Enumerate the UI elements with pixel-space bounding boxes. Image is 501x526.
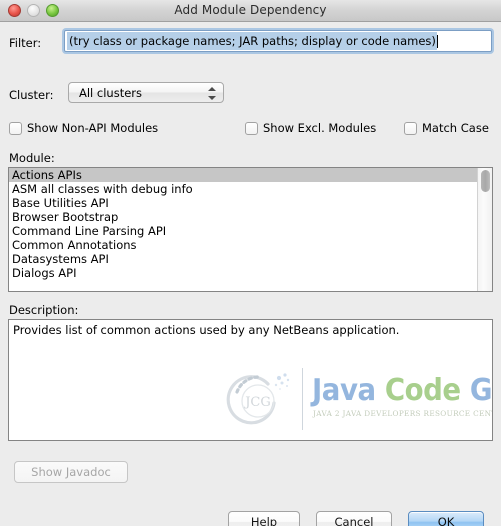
window-title: Add Module Dependency xyxy=(174,3,327,17)
java-code-geeks-watermark: JCG Java Code Geeks JAVA 2 JAVA DEVELOPE… xyxy=(224,368,492,430)
list-item[interactable]: Actions APIs xyxy=(9,168,477,182)
description-text: Provides list of common actions used by … xyxy=(13,323,400,337)
filter-label: Filter: xyxy=(9,36,42,50)
description-panel: Provides list of common actions used by … xyxy=(8,319,493,441)
text-caret xyxy=(436,34,438,48)
checkbox-match-case[interactable]: Match Case xyxy=(404,121,489,135)
checkbox-box-icon xyxy=(404,121,417,135)
logo-word-geeks: Geeks xyxy=(469,373,493,408)
list-item[interactable]: Base Utilities API xyxy=(9,196,477,210)
module-list[interactable]: Actions APIs ASM all classes with debug … xyxy=(8,167,493,292)
filter-input[interactable]: (try class or package names; JAR paths; … xyxy=(64,30,492,52)
logo-word-code: Code xyxy=(384,373,461,408)
cancel-button[interactable]: Cancel xyxy=(316,511,392,526)
show-javadoc-button[interactable]: Show Javadoc xyxy=(14,461,128,483)
logo-tagline: JAVA 2 JAVA DEVELOPERS RESOURCE CENTER xyxy=(313,409,493,418)
cluster-dropdown[interactable]: All clusters xyxy=(68,82,224,103)
logo-divider xyxy=(302,368,303,430)
add-module-dependency-dialog: Add Module Dependency Filter: (try class… xyxy=(0,0,501,526)
checkbox-label: Show Non-API Modules xyxy=(27,121,159,135)
list-item[interactable]: ASM all classes with debug info xyxy=(9,182,477,196)
description-label: Description: xyxy=(9,303,79,317)
dialog-content: Filter: (try class or package names; JAR… xyxy=(0,22,501,526)
checkbox-box-icon xyxy=(9,121,22,135)
help-button[interactable]: Help xyxy=(228,511,300,526)
list-item[interactable]: Command Line Parsing API xyxy=(9,224,477,238)
list-item[interactable]: Dialogs API xyxy=(9,266,477,280)
list-item[interactable]: Browser Bootstrap xyxy=(9,210,477,224)
cluster-label: Cluster: xyxy=(9,88,54,102)
jcg-logo-icon: JCG xyxy=(226,373,290,425)
ok-button[interactable]: OK xyxy=(408,511,484,526)
scrollbar-thumb[interactable] xyxy=(481,170,490,192)
list-item[interactable]: Common Annotations xyxy=(9,238,477,252)
stepper-arrows-icon xyxy=(208,87,216,100)
checkbox-show-excl-modules[interactable]: Show Excl. Modules xyxy=(245,121,376,135)
cluster-row: Cluster: All clusters xyxy=(0,82,501,106)
cluster-selected-value: All clusters xyxy=(79,86,143,100)
logo-word-java: Java xyxy=(312,373,376,408)
checkbox-label: Match Case xyxy=(422,121,489,135)
list-item[interactable]: Datasystems API xyxy=(9,252,477,266)
checkbox-show-non-api-modules[interactable]: Show Non-API Modules xyxy=(9,121,158,135)
options-row: Show Non-API Modules Show Excl. Modules … xyxy=(0,121,501,141)
title-bar: Add Module Dependency xyxy=(0,0,501,22)
module-list-scrollbar[interactable] xyxy=(477,168,492,291)
logo-wordmark: Java Code Geeks xyxy=(312,373,493,408)
checkbox-box-icon xyxy=(245,121,258,135)
svg-text:JCG: JCG xyxy=(243,395,271,410)
module-label: Module: xyxy=(9,151,55,165)
checkbox-label: Show Excl. Modules xyxy=(263,121,377,135)
filter-row: Filter: (try class or package names; JAR… xyxy=(0,30,501,56)
filter-input-value: (try class or package names; JAR paths; … xyxy=(67,32,437,50)
module-list-items: Actions APIs ASM all classes with debug … xyxy=(9,168,477,291)
